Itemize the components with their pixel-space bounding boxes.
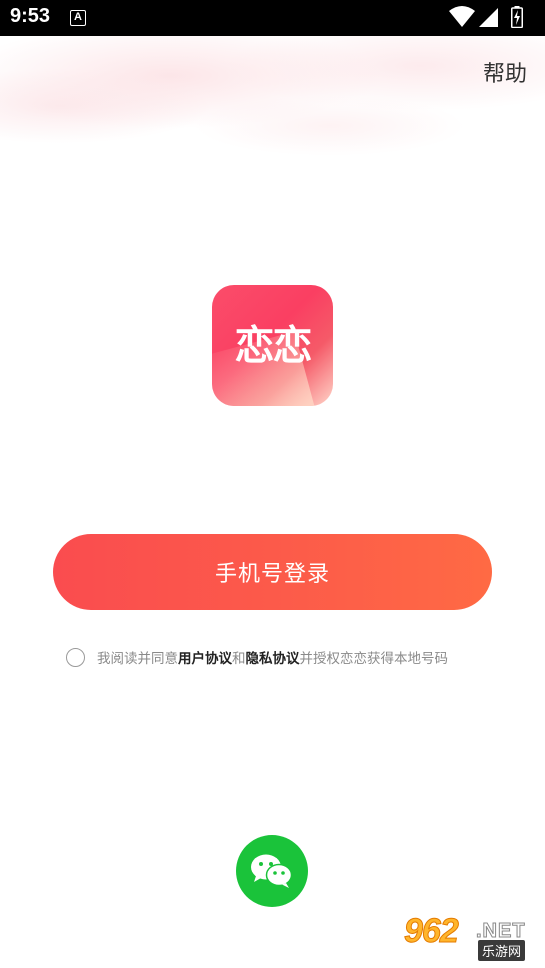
user-agreement-link[interactable]: 用户协议 — [178, 647, 232, 667]
wifi-icon — [449, 6, 475, 27]
agree-checkbox[interactable] — [66, 647, 85, 667]
watermark-number: 962 — [404, 912, 460, 951]
phone-login-button[interactable]: 手机号登录 — [53, 534, 492, 610]
logo-text: 恋恋 — [234, 323, 313, 369]
status-time: 9:53 — [10, 5, 51, 27]
privacy-agreement-link[interactable]: 隐私协议 — [246, 647, 300, 667]
notification-a-icon: A — [70, 10, 86, 26]
wechat-login-button[interactable] — [236, 835, 308, 907]
agreement-conjunction: 和 — [232, 651, 246, 667]
agreement-prefix: 我阅读并同意 — [97, 651, 178, 667]
app-logo: 恋恋 — [212, 285, 333, 406]
watermark-site: 乐游网 — [478, 940, 526, 961]
battery-icon — [511, 6, 523, 28]
agreement-suffix: 并授权恋恋获得本地号码 — [299, 651, 449, 667]
status-bar: 9:53 A — [0, 0, 545, 36]
wechat-icon — [251, 854, 293, 888]
help-link[interactable]: 帮助 — [483, 56, 527, 88]
watermark: 962 .NET 乐游网 — [404, 912, 539, 962]
signal-icon — [479, 8, 498, 27]
agreement-row: 我阅读并同意 用户协议 和 隐私协议 并授权恋恋获得本地号码 — [66, 646, 506, 668]
header-decoration — [0, 36, 545, 176]
